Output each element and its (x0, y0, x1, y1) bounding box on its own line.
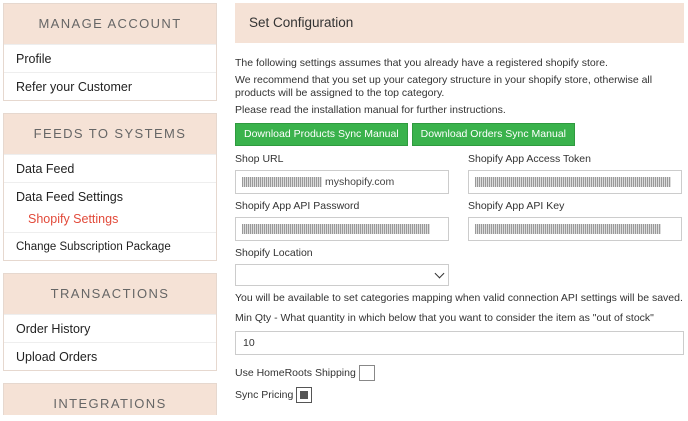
access-token-input[interactable] (468, 170, 682, 194)
shop-url-input[interactable]: myshopify.com (235, 170, 449, 194)
masked-value (242, 224, 430, 234)
sidebar-item-data-feed-settings[interactable]: Data Feed Settings (4, 182, 216, 210)
homeroots-shipping-label: Use HomeRoots Shipping (235, 367, 356, 379)
sidebar-item-change-subscription[interactable]: Change Subscription Package (4, 232, 216, 260)
masked-value (475, 177, 671, 187)
transactions-heading: TRANSACTIONS (4, 274, 216, 314)
integrations-panel: INTEGRATIONS (3, 383, 217, 415)
homeroots-shipping-row: Use HomeRoots Shipping (235, 365, 684, 381)
download-products-manual-button[interactable]: Download Products Sync Manual (235, 123, 408, 146)
mapping-note: You will be available to set categories … (235, 292, 683, 304)
api-key-label: Shopify App API Key (468, 200, 565, 212)
shop-url-group: Shop URL myshopify.com (235, 150, 449, 197)
location-select[interactable] (235, 264, 449, 286)
intro-text: The following settings assumes that you … (235, 57, 608, 69)
main-content: Set Configuration The following settings… (235, 3, 684, 403)
download-orders-manual-button[interactable]: Download Orders Sync Manual (411, 123, 575, 146)
min-qty-label: Min Qty - What quantity in which below t… (235, 312, 654, 324)
api-fields: Shop URL myshopify.com Shopify App Acces… (235, 150, 684, 244)
sync-pricing-row: Sync Pricing (235, 387, 684, 403)
min-qty-input[interactable]: 10 (235, 331, 684, 355)
transactions-panel: TRANSACTIONS Order History Upload Orders (3, 273, 217, 371)
masked-value (242, 177, 322, 187)
download-buttons: Download Products Sync Manual Download O… (235, 123, 684, 146)
page-title: Set Configuration (235, 3, 684, 43)
sync-pricing-label: Sync Pricing (235, 389, 294, 401)
sidebar-item-profile[interactable]: Profile (4, 44, 216, 72)
feeds-panel: FEEDS TO SYSTEMS Data Feed Data Feed Set… (3, 113, 217, 261)
shop-url-suffix: myshopify.com (325, 176, 395, 188)
api-password-label: Shopify App API Password (235, 200, 360, 212)
feeds-heading: FEEDS TO SYSTEMS (4, 114, 216, 154)
integrations-heading: INTEGRATIONS (4, 384, 216, 415)
shop-url-label: Shop URL (235, 153, 284, 165)
sidebar: MANAGE ACCOUNT Profile Refer your Custom… (3, 3, 217, 421)
chevron-down-icon (434, 268, 445, 279)
access-token-group: Shopify App Access Token (468, 150, 682, 197)
api-password-group: Shopify App API Password (235, 197, 449, 244)
sidebar-item-order-history[interactable]: Order History (4, 314, 216, 342)
recommend-text: We recommend that you set up your catego… (235, 74, 653, 99)
manage-account-heading: MANAGE ACCOUNT (4, 4, 216, 44)
api-key-group: Shopify App API Key (468, 197, 682, 244)
sidebar-item-data-feed[interactable]: Data Feed (4, 154, 216, 182)
location-label: Shopify Location (235, 247, 313, 259)
masked-value (475, 224, 661, 234)
sync-pricing-checkbox[interactable] (296, 387, 313, 403)
api-key-input[interactable] (468, 217, 682, 241)
manage-account-panel: MANAGE ACCOUNT Profile Refer your Custom… (3, 3, 217, 101)
sidebar-item-shopify-settings[interactable]: Shopify Settings (4, 210, 216, 232)
sidebar-item-refer-customer[interactable]: Refer your Customer (4, 72, 216, 100)
manual-text: Please read the installation manual for … (235, 104, 506, 116)
sidebar-item-upload-orders[interactable]: Upload Orders (4, 342, 216, 370)
homeroots-shipping-checkbox[interactable] (358, 365, 375, 381)
access-token-label: Shopify App Access Token (468, 153, 591, 165)
api-password-input[interactable] (235, 217, 449, 241)
